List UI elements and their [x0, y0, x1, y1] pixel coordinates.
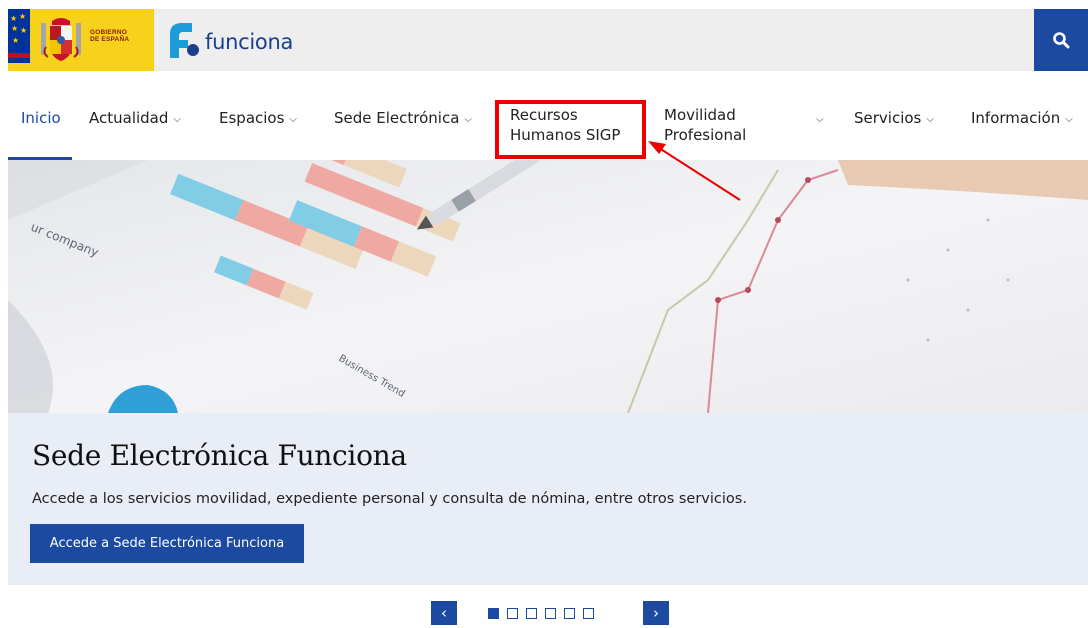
- hero-image: ur company Business Trend: [8, 160, 1088, 413]
- nav-item-inicio[interactable]: Inicio: [21, 108, 61, 128]
- carousel-pager: ‹ ›: [0, 601, 1088, 625]
- slide-dot[interactable]: [488, 608, 499, 619]
- slide-dot[interactable]: [564, 608, 575, 619]
- chevron-down-icon: ⌵: [926, 114, 934, 125]
- nav-item-actualidad[interactable]: Actualidad ⌵: [89, 108, 181, 131]
- site-header: ★ ★ ★ ★ ★ GOBIERNO DE ESPAÑA funciona: [8, 9, 1088, 71]
- chevron-left-icon: ‹: [441, 604, 447, 622]
- search-icon: [1053, 32, 1070, 49]
- slide-dot[interactable]: [507, 608, 518, 619]
- slide-description: Accede a los servicios movilidad, expedi…: [32, 491, 747, 507]
- slide-dot[interactable]: [583, 608, 594, 619]
- chevron-down-icon: ⌵: [173, 114, 181, 125]
- slide-dot[interactable]: [545, 608, 556, 619]
- chevron-down-icon: ⌵: [1065, 114, 1073, 125]
- nav-item-movilidad-profesional[interactable]: Movilidad Profesional: [664, 105, 774, 145]
- annotation-highlight-box: [495, 100, 646, 159]
- chevron-right-icon: ›: [653, 604, 659, 622]
- slide-title: Sede Electrónica Funciona: [32, 439, 407, 472]
- gov-text: GOBIERNO DE ESPAÑA: [90, 29, 130, 43]
- chevron-down-icon: ⌵: [289, 114, 298, 125]
- gobierno-espana-logo[interactable]: ★ ★ ★ ★ ★ GOBIERNO DE ESPAÑA: [8, 9, 154, 71]
- prev-slide-button[interactable]: ‹: [431, 601, 457, 625]
- funciona-logo[interactable]: funciona: [166, 20, 293, 60]
- eu-flag-icon: ★ ★ ★ ★ ★: [8, 9, 30, 71]
- nav-item-servicios[interactable]: Servicios ⌵: [854, 108, 934, 131]
- slide-caption: Sede Electrónica Funciona Accede a los s…: [8, 413, 1088, 585]
- search-button[interactable]: [1034, 9, 1088, 71]
- chevron-down-icon: ⌵: [464, 114, 472, 125]
- nav-item-informacion[interactable]: Información ⌵: [971, 108, 1073, 131]
- site-name: funciona: [205, 30, 294, 54]
- nav-item-sede-electronica[interactable]: Sede Electrónica ⌵: [334, 108, 472, 131]
- nav-item-espacios[interactable]: Espacios ⌵: [219, 108, 297, 131]
- coat-of-arms-icon: [41, 18, 81, 61]
- sede-electronica-button[interactable]: Accede a Sede Electrónica Funciona: [30, 524, 304, 563]
- funciona-logo-icon: [170, 23, 199, 58]
- chevron-down-icon[interactable]: ⌵: [816, 108, 824, 131]
- next-slide-button[interactable]: ›: [643, 601, 669, 625]
- slide-dot[interactable]: [526, 608, 537, 619]
- business-chart-photo: ur company Business Trend: [8, 160, 1088, 413]
